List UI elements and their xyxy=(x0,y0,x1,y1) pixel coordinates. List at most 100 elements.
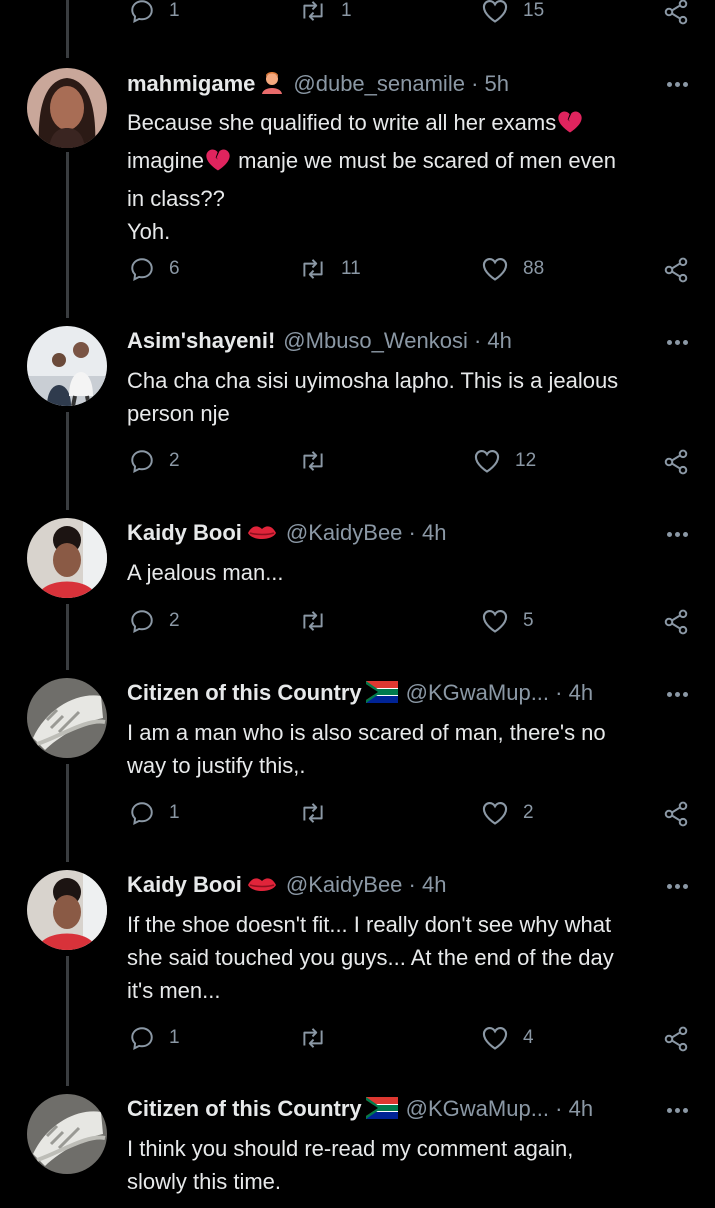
action-bar: 2 5 xyxy=(127,608,695,642)
south-africa-flag-icon xyxy=(365,681,398,709)
reply-button[interactable]: 1 xyxy=(129,1025,180,1051)
timestamp[interactable]: · 4h xyxy=(474,328,512,353)
retweet-button[interactable] xyxy=(299,608,327,634)
timestamp[interactable]: · 4h xyxy=(555,1096,593,1121)
reply-count: 6 xyxy=(169,258,180,279)
share-button[interactable] xyxy=(662,448,690,476)
handle[interactable]: @Mbuso_Wenkosi xyxy=(283,328,468,353)
timestamp[interactable]: · 5h xyxy=(471,71,509,96)
tweet-text: Because she qualified to write all her e… xyxy=(127,106,675,248)
share-button[interactable] xyxy=(662,608,690,636)
tweet[interactable]: mahmigame @dube_senamile · 5h Because she… xyxy=(0,68,715,308)
share-button[interactable] xyxy=(662,1025,690,1053)
tweet[interactable]: Kaidy Booi @KaidyBee · 4h If the shoe doe… xyxy=(0,870,715,1078)
text-line: A jealous man... xyxy=(127,560,284,585)
display-name[interactable]: Kaidy Booi xyxy=(127,872,242,897)
action-bar: 2 12 xyxy=(127,448,695,482)
retweet-button[interactable] xyxy=(299,800,327,826)
like-button[interactable]: 15 xyxy=(481,0,544,24)
heart-icon xyxy=(482,1027,508,1050)
action-bar: 6 11 88 xyxy=(127,256,695,290)
reply-count: 2 xyxy=(169,450,180,471)
tweet[interactable]: Citizen of this Country @KGwaMup... · 4h … xyxy=(0,678,715,854)
handle[interactable]: @dube_senamile xyxy=(293,71,465,96)
more-options-icon[interactable] xyxy=(667,884,689,890)
display-name[interactable]: mahmigame xyxy=(127,71,255,96)
avatar[interactable] xyxy=(27,326,107,406)
action-bar: 1 4 xyxy=(127,1025,695,1059)
handle[interactable]: @KaidyBee xyxy=(286,872,403,897)
text-line: I think you should re-read my comment ag… xyxy=(127,1136,574,1161)
display-name[interactable]: Asim'shayeni! xyxy=(127,328,275,353)
retweet-button[interactable]: 1 xyxy=(299,0,352,24)
avatar[interactable] xyxy=(27,870,107,950)
handle[interactable]: @KaidyBee xyxy=(286,520,403,545)
heart-icon xyxy=(482,802,508,825)
tweet-text: Cha cha cha sisi uyimosha lapho. This is… xyxy=(127,364,675,430)
text-line: in class?? xyxy=(127,186,225,211)
display-name[interactable]: Kaidy Booi xyxy=(127,520,242,545)
like-button[interactable]: 88 xyxy=(481,256,544,282)
text-line: I am a man who is also scared of man, th… xyxy=(127,720,606,745)
share-icon xyxy=(664,609,688,635)
text-line: person nje xyxy=(127,401,230,426)
more-options-icon[interactable] xyxy=(667,340,689,346)
tweet[interactable]: Citizen of this Country @KGwaMup... · 4h … xyxy=(0,1094,715,1208)
reply-icon xyxy=(131,0,153,23)
broken-heart-icon xyxy=(204,147,232,182)
text-line: Cha cha cha sisi uyimosha lapho. This is… xyxy=(127,368,619,393)
text-line: way to justify this,. xyxy=(127,753,306,778)
retweet-icon xyxy=(303,1028,323,1048)
avatar[interactable] xyxy=(27,68,107,148)
avatar[interactable] xyxy=(27,1094,107,1174)
tweet[interactable]: Kaidy Booi @KaidyBee · 4h A jealous man..… xyxy=(0,518,715,662)
text-line: manje we must be scared of men even xyxy=(238,148,617,173)
reply-count: 1 xyxy=(169,1027,180,1048)
share-icon xyxy=(664,1026,688,1052)
broken-heart-icon xyxy=(556,109,584,144)
more-options-icon[interactable] xyxy=(667,82,689,88)
avatar[interactable] xyxy=(27,518,107,598)
emoji-person-icon xyxy=(259,70,285,100)
south-africa-flag-icon xyxy=(365,1097,398,1125)
like-button[interactable]: 4 xyxy=(481,1025,534,1051)
reply-button[interactable]: 1 xyxy=(129,0,180,24)
retweet-button[interactable]: 11 xyxy=(299,256,361,282)
reply-button[interactable]: 2 xyxy=(129,448,180,474)
retweet-icon xyxy=(303,259,323,279)
share-icon xyxy=(664,449,688,475)
tweet[interactable]: Asim'shayeni! @Mbuso_Wenkosi · 4h Cha cha… xyxy=(0,326,715,502)
tweet-text: A jealous man... xyxy=(127,556,675,589)
retweet-button[interactable] xyxy=(299,1025,327,1051)
avatar[interactable] xyxy=(27,678,107,758)
tweet-header: Citizen of this Country @KGwaMup... · 4h xyxy=(127,680,695,710)
tweet-header: mahmigame @dube_senamile · 5h xyxy=(127,70,695,100)
like-button[interactable]: 5 xyxy=(481,608,534,634)
more-options-icon[interactable] xyxy=(667,692,689,698)
handle[interactable]: @KGwaMup... xyxy=(406,1096,549,1121)
timestamp[interactable]: · 4h xyxy=(409,872,447,897)
share-button[interactable] xyxy=(662,0,690,26)
tweet-header: Citizen of this Country @KGwaMup... · 4h xyxy=(127,1096,695,1126)
more-options-icon[interactable] xyxy=(667,1108,689,1114)
like-count: 5 xyxy=(523,610,534,631)
like-button[interactable]: 12 xyxy=(473,448,536,474)
share-button[interactable] xyxy=(662,256,690,284)
timestamp[interactable]: · 4h xyxy=(555,680,593,705)
handle[interactable]: @KGwaMup... xyxy=(406,680,549,705)
like-button[interactable]: 2 xyxy=(481,800,534,826)
reply-button[interactable]: 6 xyxy=(129,256,180,282)
text-line: Because she qualified to write all her e… xyxy=(127,110,557,135)
display-name[interactable]: Citizen of this Country xyxy=(127,680,362,705)
tweet-header: Kaidy Booi @KaidyBee · 4h xyxy=(127,520,695,550)
more-options-icon[interactable] xyxy=(667,532,689,538)
reply-icon xyxy=(131,450,153,473)
thread-line xyxy=(66,0,69,58)
reply-button[interactable]: 1 xyxy=(129,800,180,826)
retweet-button[interactable] xyxy=(299,448,327,474)
heart-icon xyxy=(482,610,508,633)
timestamp[interactable]: · 4h xyxy=(409,520,447,545)
share-button[interactable] xyxy=(662,800,690,828)
display-name[interactable]: Citizen of this Country xyxy=(127,1096,362,1121)
reply-button[interactable]: 2 xyxy=(129,608,180,634)
